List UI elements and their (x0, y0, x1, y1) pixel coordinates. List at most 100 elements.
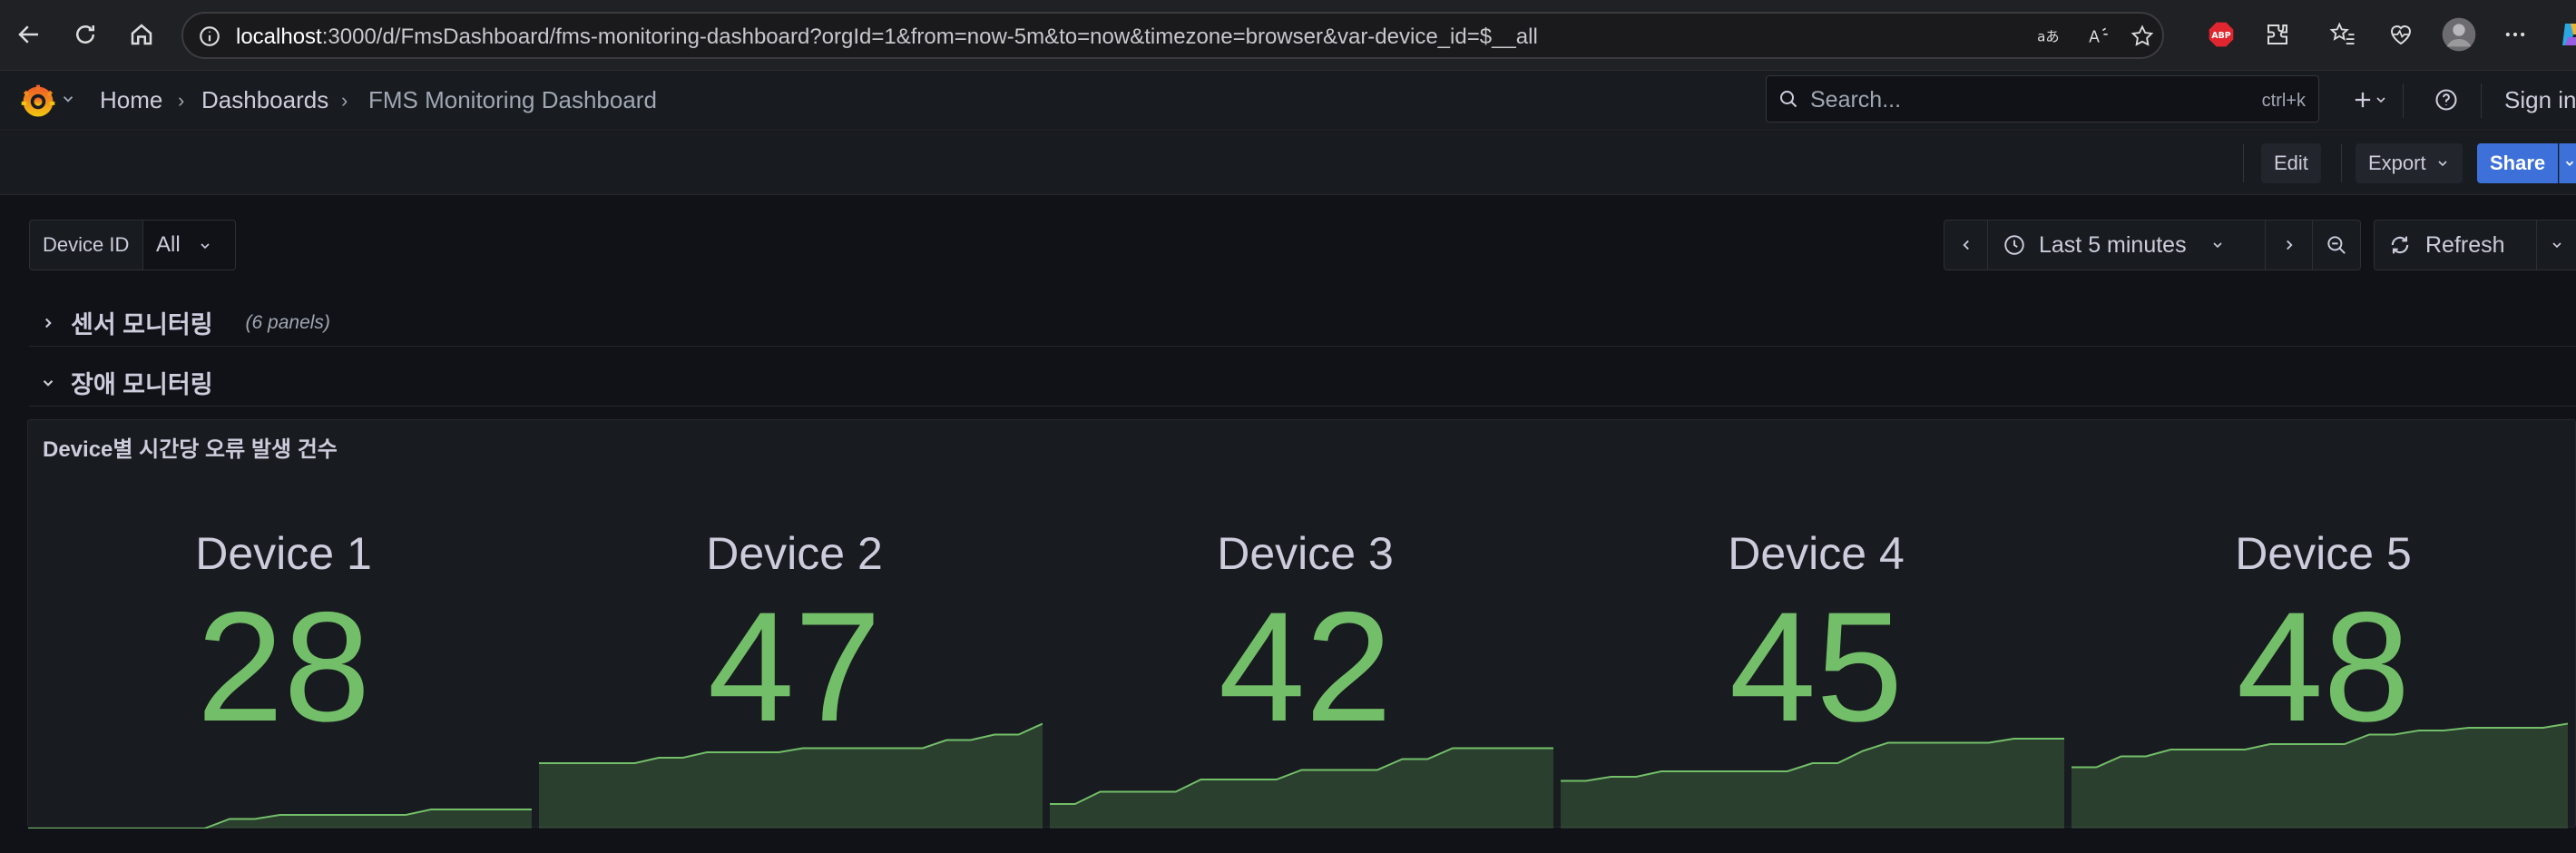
grafana-logo-icon[interactable] (18, 82, 58, 126)
device-id-label-text: Device ID (43, 233, 130, 256)
reload-icon[interactable] (65, 15, 105, 54)
dashboard-toolbar: Edit Export Share (0, 132, 2576, 195)
refresh-label: Refresh (2425, 231, 2505, 258)
stat-panel[interactable]: Device별 시간당 오류 발생 건수 Device 1 28 Device 24… (27, 419, 2576, 828)
search-box[interactable]: Search... ctrl+k (1766, 75, 2319, 123)
breadcrumb-separator-icon: › (341, 89, 348, 112)
chevron-right-icon (2286, 240, 2293, 250)
toolbar-divider (2243, 144, 2244, 182)
more-menu-icon[interactable] (2497, 16, 2533, 53)
chevron-down-icon (43, 379, 54, 387)
adblock-label: ABP (2211, 31, 2230, 41)
time-range-picker[interactable]: Last 5 minutes (1988, 221, 2266, 270)
edit-button-label: Edit (2274, 152, 2308, 174)
time-picker-group: Last 5 minutes (1944, 220, 2361, 270)
copilot-icon[interactable] (2555, 16, 2576, 53)
chevron-left-icon (1962, 240, 1969, 250)
translate-icon[interactable]: aあ (2034, 23, 2062, 50)
add-new-icon[interactable] (2350, 87, 2375, 117)
row-title-text: 센서 모니터링 (71, 311, 213, 338)
address-bar[interactable]: localhost:3000/d/FmsDashboard/fms-monito… (181, 12, 2164, 59)
profile-avatar[interactable] (2441, 16, 2477, 53)
adblock-icon[interactable]: ABP (2203, 16, 2239, 53)
zoom-out-button[interactable] (2313, 221, 2360, 270)
refresh-button[interactable]: Refresh (2375, 221, 2538, 270)
search-icon (1778, 88, 1799, 114)
zoom-out-icon (2327, 236, 2346, 254)
stat-device-name: Device 3 (1217, 528, 1394, 579)
row-panel-count: (6 panels) (245, 311, 330, 333)
device-id-selected-value: All (156, 232, 181, 257)
time-forward-button[interactable] (2266, 221, 2313, 270)
stat-device-name: Device 4 (1728, 528, 1905, 579)
stat-value: 28 (196, 580, 371, 754)
stat-device-name: Device 5 (2235, 528, 2412, 579)
sign-in-link[interactable]: Sign in (2504, 86, 2576, 114)
topbar-divider (2403, 83, 2404, 118)
toolbar-divider (2341, 144, 2342, 182)
search-shortcut: ctrl+k (2261, 91, 2306, 111)
home-icon[interactable] (122, 15, 162, 54)
sparkline-area (28, 809, 532, 828)
export-button[interactable]: Export (2356, 143, 2463, 183)
breadcrumb-home[interactable]: Home (100, 86, 162, 114)
row-title-text: 장애 모니터링 (71, 371, 213, 398)
stat-value: 42 (1218, 580, 1393, 754)
export-button-label: Export (2368, 152, 2426, 174)
breadcrumb-current: FMS Monitoring Dashboard (368, 86, 657, 113)
share-button-label: Share (2490, 152, 2546, 174)
stat-tile[interactable]: Device 3 42 (1050, 420, 1561, 828)
favorite-star-icon[interactable] (2129, 23, 2156, 50)
search-placeholder: Search... (1810, 87, 1902, 113)
share-button[interactable]: Share (2477, 143, 2559, 183)
sparkline-area (1050, 748, 1553, 828)
share-chevron-down-icon (2565, 161, 2574, 166)
topbar-divider (2481, 83, 2482, 118)
site-info-icon[interactable] (198, 25, 221, 53)
read-aloud-icon[interactable]: A (2085, 23, 2112, 50)
row-sensor-monitoring[interactable]: 센서 모니터링 (6 panels) (40, 305, 330, 340)
refresh-icon (2391, 236, 2409, 254)
extensions-icon[interactable] (2259, 16, 2296, 53)
url-path: :3000/d/FmsDashboard/fms-monitoring-dash… (321, 25, 1538, 49)
row-divider (29, 406, 2576, 407)
breadcrumb-dashboards[interactable]: Dashboards (201, 86, 328, 114)
stat-tile[interactable]: Device 1 28 (28, 420, 539, 828)
url-text[interactable]: localhost:3000/d/FmsDashboard/fms-monito… (236, 25, 1538, 50)
refresh-group: Refresh (2374, 220, 2576, 270)
help-icon[interactable] (2434, 87, 2459, 117)
breadcrumb-separator-icon: › (178, 89, 185, 112)
row-divider (29, 346, 2576, 347)
url-host: localhost (236, 25, 322, 49)
add-chevron-down-icon[interactable] (2374, 93, 2388, 112)
stat-device-name: Device 2 (706, 528, 883, 579)
device-id-select[interactable]: All (143, 220, 236, 270)
stat-tile[interactable]: Device 2 47 (539, 420, 1050, 828)
device-id-chevron-down-icon (201, 243, 210, 250)
stat-value: 45 (1729, 580, 1904, 754)
clock-icon (2004, 235, 2024, 255)
time-range-chevron-down-icon (2213, 242, 2222, 249)
browser-toolbar: localhost:3000/d/FmsDashboard/fms-monito… (0, 0, 2576, 71)
chevron-right-icon (45, 318, 52, 328)
stat-device-name: Device 1 (195, 528, 372, 579)
time-range-label: Last 5 minutes (2039, 231, 2187, 258)
svg-text:A: A (2089, 29, 2100, 47)
edit-button[interactable]: Edit (2261, 143, 2321, 183)
favorites-icon[interactable] (2325, 16, 2361, 53)
logo-chevron-down-icon[interactable] (60, 91, 76, 112)
refresh-interval-dropdown[interactable] (2537, 221, 2576, 270)
stat-value: 48 (2236, 580, 2411, 754)
back-icon[interactable] (9, 15, 49, 54)
refresh-chevron-down-icon (2552, 242, 2561, 249)
stat-value: 47 (707, 580, 882, 754)
time-back-button[interactable] (1944, 221, 1988, 270)
row-fault-monitoring[interactable]: 장애 모니터링 (40, 365, 213, 400)
stat-tile[interactable]: Device 5 48 (2072, 420, 2575, 828)
share-dropdown-button[interactable] (2559, 143, 2576, 183)
export-chevron-down-icon (2438, 161, 2447, 167)
stat-tile[interactable]: Device 4 45 (1561, 420, 2072, 828)
health-heart-icon[interactable] (2383, 16, 2419, 53)
svg-text:aあ: aあ (2037, 28, 2059, 44)
device-id-variable-label: Device ID (29, 220, 143, 270)
